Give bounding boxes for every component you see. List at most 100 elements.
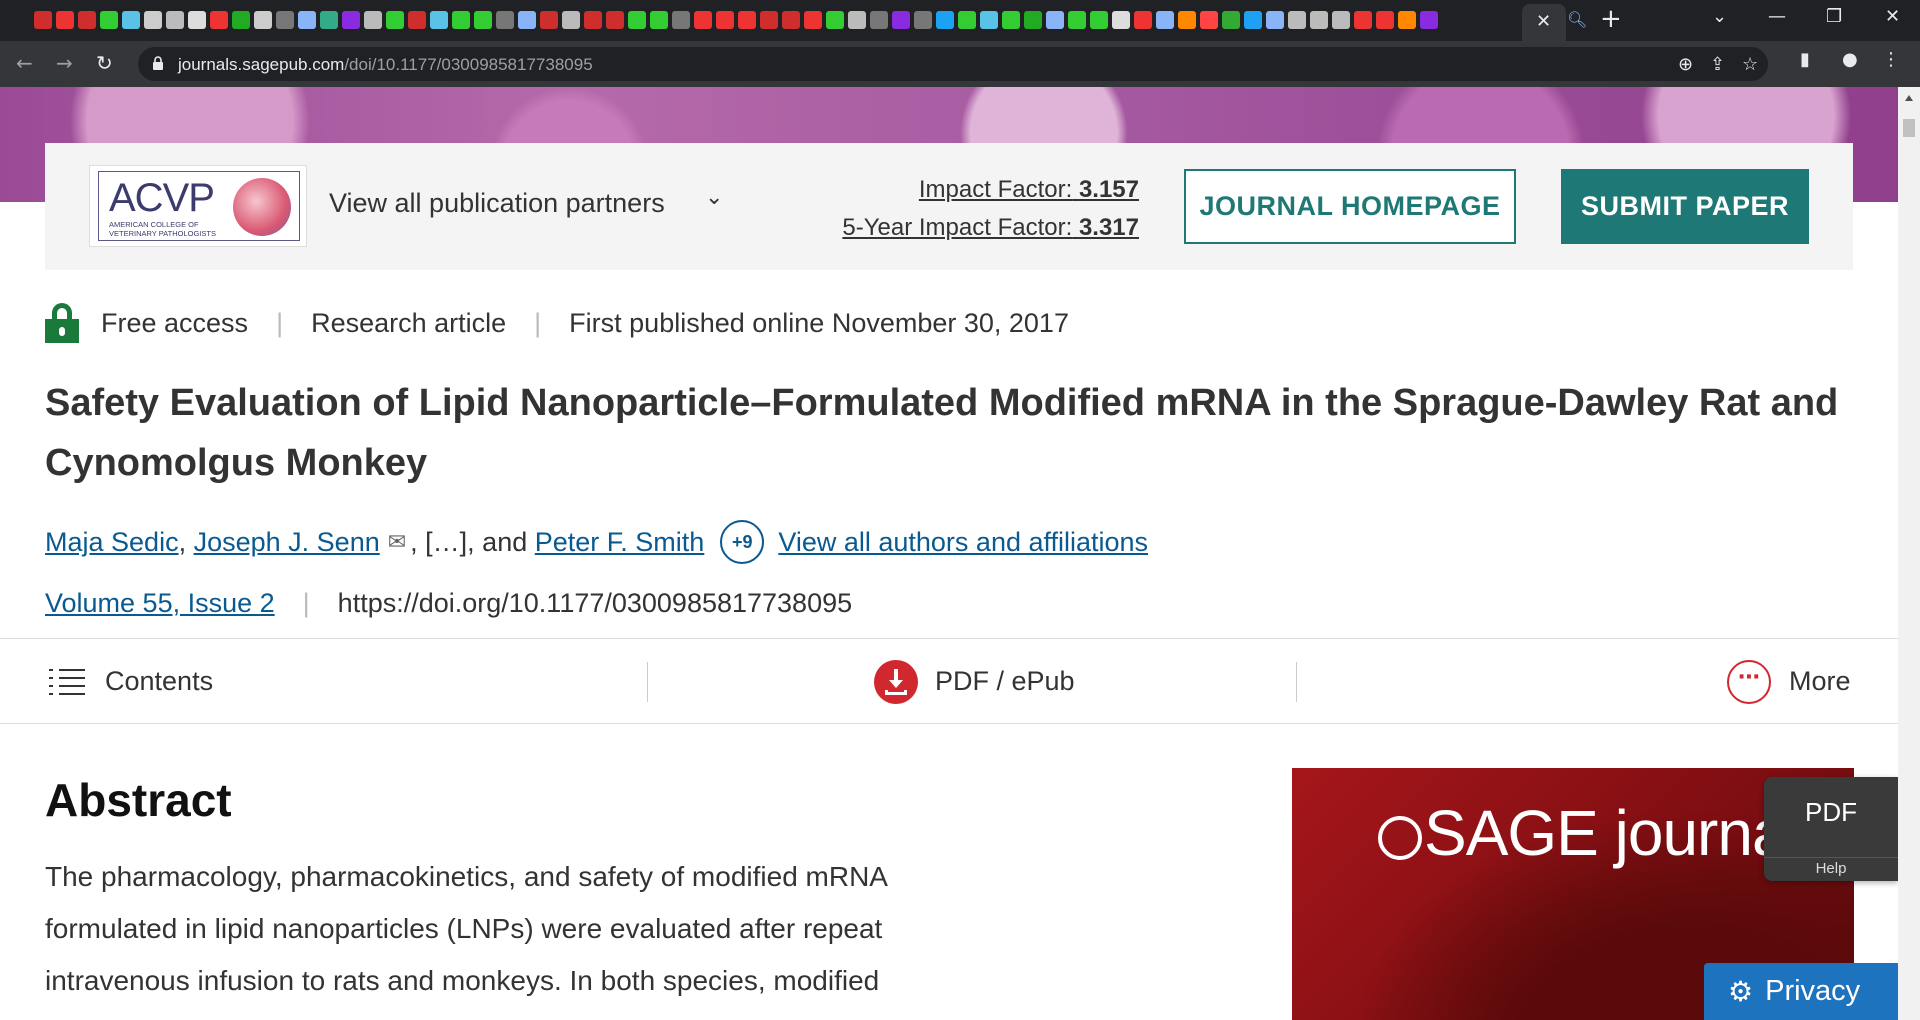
forward-icon[interactable]: → bbox=[56, 51, 73, 75]
more-authors-badge[interactable]: +9 bbox=[720, 520, 765, 564]
tab-favicon-icon[interactable] bbox=[1332, 11, 1350, 29]
tab-favicon-icon[interactable] bbox=[34, 11, 52, 29]
tab-favicon-icon[interactable] bbox=[650, 11, 668, 29]
tab-favicon-icon[interactable] bbox=[804, 11, 822, 29]
address-bar[interactable]: journals.sagepub.com/doi/10.1177/0300985… bbox=[138, 47, 1768, 81]
tab-favicon-icon[interactable] bbox=[892, 11, 910, 29]
tab-favicon-icon[interactable] bbox=[276, 11, 294, 29]
tab-close-icon[interactable]: ✕ bbox=[1536, 11, 1551, 32]
tab-favicon-icon[interactable] bbox=[408, 11, 426, 29]
tab-favicon-icon[interactable] bbox=[738, 11, 756, 29]
page-scrollbar[interactable] bbox=[1898, 87, 1920, 1020]
tab-favicon-icon[interactable] bbox=[1310, 11, 1328, 29]
mail-icon[interactable]: ✉ bbox=[388, 530, 406, 555]
tab-favicon-icon[interactable] bbox=[320, 11, 338, 29]
tab-favicon-icon[interactable] bbox=[694, 11, 712, 29]
bookmark-star-icon[interactable]: ☆ bbox=[1742, 54, 1758, 75]
tab-favicon-icon[interactable] bbox=[78, 11, 96, 29]
author-link[interactable]: Joseph J. Senn bbox=[194, 527, 380, 558]
floating-help-label[interactable]: Help bbox=[1764, 857, 1898, 877]
tab-favicon-icon[interactable] bbox=[144, 11, 162, 29]
tab-favicon-icon[interactable] bbox=[496, 11, 514, 29]
tab-favicon-icon[interactable] bbox=[1046, 11, 1064, 29]
tab-favicon-icon[interactable] bbox=[540, 11, 558, 29]
menu-kebab-icon[interactable]: ⋮ bbox=[1882, 49, 1900, 70]
tab-favicon-icon[interactable] bbox=[1376, 11, 1394, 29]
tab-favicon-icon[interactable] bbox=[628, 11, 646, 29]
volume-issue-link[interactable]: Volume 55, Issue 2 bbox=[45, 588, 275, 619]
impact-factor-link[interactable]: Impact Factor: 3.157 bbox=[919, 176, 1139, 203]
tab-favicon-icon[interactable] bbox=[914, 11, 932, 29]
tab-favicon-icon[interactable] bbox=[716, 11, 734, 29]
tab-favicon-icon[interactable] bbox=[826, 11, 844, 29]
minimize-icon[interactable]: — bbox=[1768, 6, 1786, 27]
tab-favicon-icon[interactable] bbox=[562, 11, 580, 29]
tab-favicon-icon[interactable] bbox=[1068, 11, 1086, 29]
tab-favicon-icon[interactable] bbox=[1244, 11, 1262, 29]
download-icon[interactable] bbox=[874, 660, 918, 704]
tab-favicon-icon[interactable] bbox=[1090, 11, 1108, 29]
author-link[interactable]: Maja Sedic bbox=[45, 527, 179, 558]
zoom-icon[interactable]: ⊕ bbox=[1678, 54, 1693, 75]
tab-favicon-icon[interactable] bbox=[1266, 11, 1284, 29]
tab-favicon-icon[interactable] bbox=[584, 11, 602, 29]
tab-favicon-icon[interactable] bbox=[298, 11, 316, 29]
chevron-down-icon[interactable]: ⌄ bbox=[705, 185, 723, 210]
back-icon[interactable]: ← bbox=[16, 51, 33, 75]
tab-favicon-icon[interactable] bbox=[1420, 11, 1438, 29]
scroll-up-icon[interactable] bbox=[1905, 95, 1913, 101]
new-tab-button[interactable]: + bbox=[1600, 4, 1622, 34]
tab-favicon-icon[interactable] bbox=[1288, 11, 1306, 29]
tab-list-chevron-icon[interactable]: ⌄ bbox=[1712, 6, 1727, 27]
floating-pdf-label[interactable]: PDF bbox=[1764, 797, 1898, 828]
tab-favicon-icon[interactable] bbox=[606, 11, 624, 29]
tab-favicon-icon[interactable] bbox=[100, 11, 118, 29]
privacy-button[interactable]: ⚙ Privacy bbox=[1704, 963, 1898, 1020]
restore-icon[interactable]: ❐ bbox=[1826, 6, 1842, 27]
five-year-impact-link[interactable]: 5-Year Impact Factor: 3.317 bbox=[842, 214, 1139, 241]
author-link[interactable]: Peter F. Smith bbox=[535, 527, 705, 558]
tab-favicon-icon[interactable] bbox=[232, 11, 250, 29]
pdf-epub-button[interactable]: PDF / ePub bbox=[935, 666, 1075, 697]
reload-icon[interactable]: ↻ bbox=[96, 51, 113, 75]
tab-favicon-icon[interactable] bbox=[1398, 11, 1416, 29]
tab-favicon-icon[interactable] bbox=[518, 11, 536, 29]
more-button[interactable]: More bbox=[1789, 666, 1851, 697]
acvp-logo[interactable]: ACVP AMERICAN COLLEGE OF VETERINARY PATH… bbox=[89, 165, 307, 247]
tab-favicon-icon[interactable] bbox=[1134, 11, 1152, 29]
tab-favicon-icon[interactable] bbox=[122, 11, 140, 29]
tab-favicon-icon[interactable] bbox=[254, 11, 272, 29]
tab-favicon-icon[interactable] bbox=[474, 11, 492, 29]
contents-button[interactable]: Contents bbox=[105, 666, 213, 697]
url-text[interactable]: journals.sagepub.com/doi/10.1177/0300985… bbox=[178, 55, 593, 75]
tab-favicon-icon[interactable] bbox=[870, 11, 888, 29]
window-close-icon[interactable]: ✕ bbox=[1885, 6, 1900, 27]
tab-favicon-icon[interactable] bbox=[672, 11, 690, 29]
tab-favicon-icon[interactable] bbox=[1112, 11, 1130, 29]
tab-favicon-icon[interactable] bbox=[1222, 11, 1240, 29]
contents-list-icon[interactable] bbox=[49, 667, 85, 697]
side-panel-icon[interactable]: ▮ bbox=[1800, 49, 1810, 70]
view-all-authors-link[interactable]: View all authors and affiliations bbox=[778, 527, 1148, 558]
tab-favicon-icon[interactable] bbox=[760, 11, 778, 29]
tab-favicon-icon[interactable] bbox=[1200, 11, 1218, 29]
profile-icon[interactable]: ● bbox=[1842, 49, 1858, 70]
lock-icon[interactable] bbox=[152, 56, 164, 70]
tab-favicon-icon[interactable] bbox=[1354, 11, 1372, 29]
tab-favicon-icon[interactable] bbox=[958, 11, 976, 29]
tab-favicon-icon[interactable] bbox=[188, 11, 206, 29]
tab-favicon-icon[interactable] bbox=[1002, 11, 1020, 29]
tab-favicon-icon[interactable] bbox=[364, 11, 382, 29]
tab-favicon-icon[interactable] bbox=[210, 11, 228, 29]
tab-favicon-icon[interactable] bbox=[166, 11, 184, 29]
tab-favicon-icon[interactable] bbox=[848, 11, 866, 29]
more-dots-icon[interactable]: ⋯ bbox=[1727, 660, 1771, 704]
share-icon[interactable]: ⇪ bbox=[1710, 54, 1725, 75]
submit-paper-button[interactable]: SUBMIT PAPER bbox=[1561, 169, 1809, 244]
floating-pdf-widget[interactable]: PDF Help bbox=[1764, 777, 1898, 881]
tab-favicon-icon[interactable] bbox=[980, 11, 998, 29]
tab-favicon-icon[interactable] bbox=[386, 11, 404, 29]
journal-homepage-button[interactable]: JOURNAL HOMEPAGE bbox=[1184, 169, 1516, 244]
scrollbar-thumb[interactable] bbox=[1903, 119, 1915, 137]
active-tab[interactable]: ✕ bbox=[1522, 4, 1566, 41]
